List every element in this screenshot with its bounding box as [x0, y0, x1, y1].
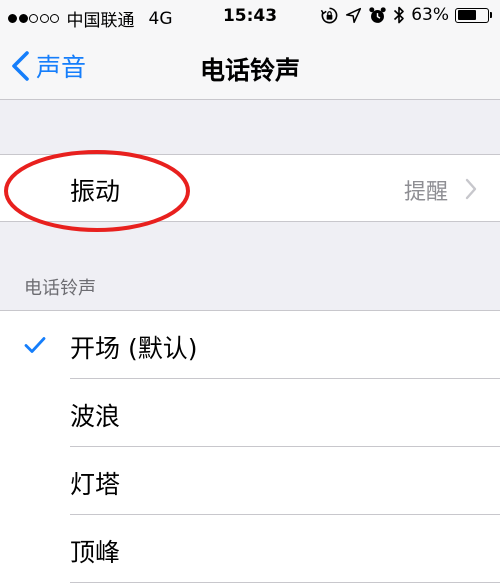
ringtone-label: 开场 (默认) [70, 334, 198, 363]
battery-percentage: 63% [411, 5, 449, 25]
status-right: 63% [314, 5, 492, 25]
ringtone-row[interactable]: 波浪 [0, 379, 500, 447]
checkmark-icon [24, 337, 46, 353]
navigation-bar: 声音 电话铃声 [0, 34, 500, 100]
ringtone-label: 波浪 [70, 402, 121, 431]
chevron-right-icon [465, 178, 477, 200]
bluetooth-icon [393, 5, 405, 25]
ringtone-label: 顶峰 [70, 538, 121, 567]
battery-icon [455, 7, 492, 23]
ringtone-row[interactable]: 灯塔 [0, 447, 500, 515]
location-arrow-icon [345, 7, 362, 24]
page-title: 电话铃声 [199, 56, 300, 85]
vibrate-value: 提醒 [403, 180, 448, 205]
vibrate-label: 振动 [70, 177, 121, 206]
section-header: 电话铃声 [24, 278, 96, 299]
vibrate-row[interactable]: 振动 提醒 [0, 154, 500, 222]
row-separator [70, 582, 500, 583]
rotation-lock-icon [320, 6, 339, 25]
ringtone-row[interactable]: 顶峰 [0, 515, 500, 583]
ringtone-list: 开场 (默认) 波浪灯塔顶峰 [0, 310, 500, 584]
ringtone-label: 灯塔 [70, 470, 121, 499]
ringtone-settings-screen: 中国联通 4G 15:43 63% 声音 电话铃声 振动 提醒 电话铃声 开场 … [0, 0, 500, 584]
alarm-icon [368, 6, 387, 25]
status-bar: 中国联通 4G 15:43 63% [0, 0, 500, 34]
ringtone-row[interactable]: 开场 (默认) [0, 311, 500, 379]
